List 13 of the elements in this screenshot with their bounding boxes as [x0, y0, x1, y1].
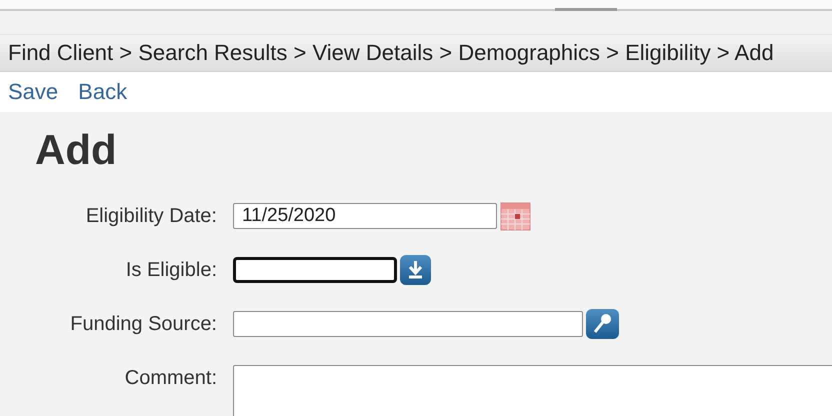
field-label: Comment: — [124, 366, 218, 390]
page-heading: Add — [35, 126, 117, 174]
date-field[interactable]: 11/25/2020 — [233, 203, 497, 229]
input-field[interactable] — [233, 311, 583, 337]
action-link[interactable]: Back — [78, 79, 128, 105]
field-label: Funding Source: — [69, 312, 218, 336]
field-label: Is Eligible: — [124, 258, 218, 282]
field-label: Eligibility Date: — [84, 204, 218, 228]
action-link[interactable]: Save — [8, 79, 58, 105]
search-icon[interactable] — [585, 307, 620, 341]
comment-field[interactable] — [233, 365, 832, 416]
select-field[interactable] — [233, 257, 397, 283]
breadcrumb-trail: Find Client > Search Results > View Details > Demographics > Eligibility > Add — [8, 40, 774, 66]
